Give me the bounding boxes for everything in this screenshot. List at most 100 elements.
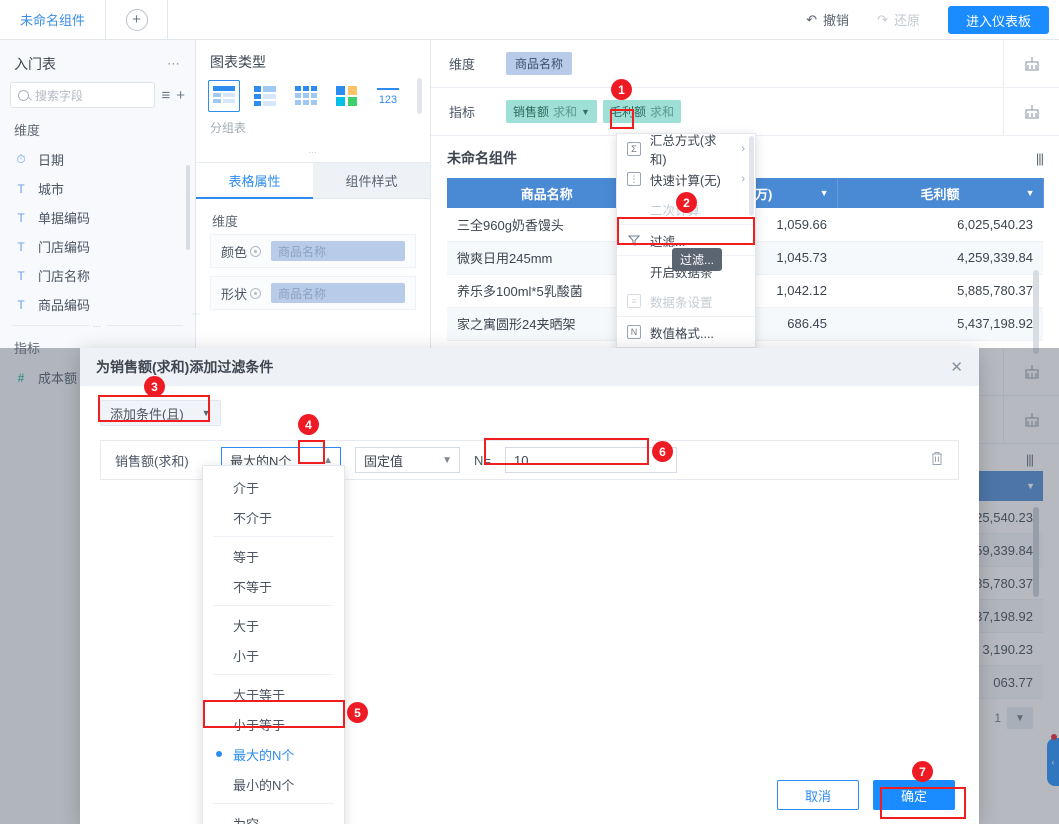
option-label: 介于 [233,480,260,496]
field-item[interactable]: ⏱ 日期 [0,145,195,174]
search-input[interactable]: 搜索字段 [10,82,156,108]
chevron-right-icon: › [741,143,745,155]
menu-item-label: 汇总方式(求和) [649,134,717,167]
chevron-down-icon: ▼ [201,408,211,418]
redo-button[interactable]: ↷ 还原 [863,0,934,39]
bar-chart-icon[interactable]: ||| [1036,151,1044,166]
field-item[interactable]: T 门店编码 [0,232,195,261]
enter-dashboard-label: 进入仪表板 [965,13,1031,29]
shape-field-chip[interactable]: 商品名称 [271,283,405,303]
property-row-color[interactable]: 颜色 商品名称 [210,234,416,268]
chevron-down-icon[interactable]: ▼ [581,107,590,117]
add-component-button[interactable]: + [106,0,169,39]
gear-icon[interactable] [250,245,262,257]
measure-chip-profit[interactable]: 毛利额 求和 [602,100,681,123]
add-condition-label: 添加条件(且) [110,406,184,422]
property-row-shape[interactable]: 形状 商品名称 [210,276,416,310]
field-label: 商品编码 [38,298,91,313]
option-is-null[interactable]: 为空 [203,808,344,824]
dimension-shelf-collapse[interactable] [1003,40,1059,87]
add-condition-dropdown[interactable]: 添加条件(且) ▼ [100,400,221,426]
field-label: 单据编码 [38,211,91,226]
measure-shelf-collapse[interactable] [1003,88,1059,135]
cell-profit: 5,437,198.92 [837,307,1043,341]
measure-shelf-body[interactable]: 销售额 求和 ▼ 毛利额 求和 [506,100,1003,123]
confirm-button[interactable]: 确定 [873,780,955,810]
option-bottom-n[interactable]: 最小的N个 [203,769,344,799]
trash-icon[interactable] [930,451,944,469]
tab-table-properties[interactable]: 表格属性 [196,163,313,199]
table-scrollbar[interactable] [1033,270,1039,354]
kpi-number-icon[interactable]: 123 [372,80,404,112]
filter-icon [627,233,641,247]
operator-option-list: 介于 不介于 等于 不等于 大于 小于 大于等于 小于等于 最大的N个 最小的N… [202,465,345,824]
column-label: 商品名称 [520,186,573,202]
color-field-chip[interactable]: 商品名称 [271,241,405,261]
cross-table-icon[interactable] [249,80,281,112]
chevron-down-icon[interactable]: ▼ [1026,188,1035,198]
value-type-value: 固定值 [364,453,404,469]
chart-type-scrollbar[interactable] [417,78,422,114]
plus-icon: + [125,8,148,31]
menu-item-label: 过滤... [650,234,686,249]
undo-button[interactable]: ↶ 撤销 [792,0,863,39]
chart-type-title: 图表类型 [210,54,266,70]
sidebar-scrollbar[interactable] [186,165,190,250]
option-less-than[interactable]: 小于 [203,640,344,670]
field-item[interactable]: T 商品编码 [0,290,195,319]
close-icon[interactable]: ✕ [950,358,963,376]
component-tab[interactable]: 未命名组件 [0,0,107,39]
measure-chip-agg: 求和 [649,105,674,119]
ellipsis-icon[interactable]: ⋯ [167,56,181,72]
panel-resize-grip-icon[interactable]: ⋯ [196,136,430,157]
option-label: 小于等于 [233,717,286,733]
field-item[interactable]: T 单据编码 [0,203,195,232]
menu-item-aggregation[interactable]: Σ 汇总方式(求和) › [617,134,755,167]
cancel-button[interactable]: 取消 [777,780,859,810]
menu-item-label: 快速计算(无) [650,173,721,188]
cell-profit: 4,259,339.84 [837,241,1043,275]
option-less-equal[interactable]: 小于等于 [203,709,344,739]
option-greater-than[interactable]: 大于 [203,610,344,640]
menu-item-quick-calc[interactable]: ⋮ 快速计算(无) › [617,164,755,194]
dimension-shelf-body[interactable]: 商品名称 [506,52,1003,75]
option-not-between[interactable]: 不介于 [203,502,344,532]
option-between[interactable]: 介于 [203,472,344,502]
column-header-profit[interactable]: 毛利额 ▼ [837,178,1044,208]
option-not-equal[interactable]: 不等于 [203,571,344,601]
value-type-select[interactable]: 固定值 ▼ [355,447,460,473]
grouped-table-icon[interactable] [208,80,240,112]
option-separator [213,536,334,537]
chevron-down-icon[interactable]: ▼ [820,188,829,198]
gear-icon[interactable] [250,287,262,299]
enter-dashboard-button[interactable]: 进入仪表板 [947,6,1049,34]
tab-component-style[interactable]: 组件样式 [313,163,430,199]
field-item[interactable]: T 城市 [0,174,195,203]
option-top-n[interactable]: 最大的N个 [203,739,344,769]
menu-scrollbar[interactable] [749,136,754,216]
shape-label: 形状 [221,286,248,302]
text-icon: T [17,210,25,225]
text-icon: T [17,239,25,254]
redo-icon: ↷ [877,11,888,27]
step-badge-7: 7 [912,761,933,782]
dimension-chip[interactable]: 商品名称 [506,52,573,75]
measure-chip-sales[interactable]: 销售额 求和 ▼ [506,100,597,123]
numfmt-icon: N [627,325,641,339]
placeholder-icon [627,202,641,216]
sort-fields-icon[interactable]: ≡ [161,87,170,104]
option-label: 不介于 [233,510,273,526]
top-bar: 未命名组件 + ↶ 撤销 ↷ 还原 进入仪表板 [0,0,1059,40]
option-greater-equal[interactable]: 大于等于 [203,679,344,709]
colored-blocks-icon[interactable] [331,80,363,112]
step-badge-2: 2 [676,192,697,213]
option-separator [213,674,334,675]
add-field-icon[interactable]: + [176,87,185,104]
detail-table-icon[interactable] [290,80,322,112]
step-badge-1: 1 [611,79,632,100]
menu-item-number-format[interactable]: N 数值格式.... [617,317,755,347]
field-item[interactable]: T 门店名称 [0,261,195,290]
panel-drag-handle[interactable]: ⋮ [192,310,201,318]
resize-grip-icon[interactable]: ⋯ [89,322,106,331]
option-equal[interactable]: 等于 [203,541,344,571]
